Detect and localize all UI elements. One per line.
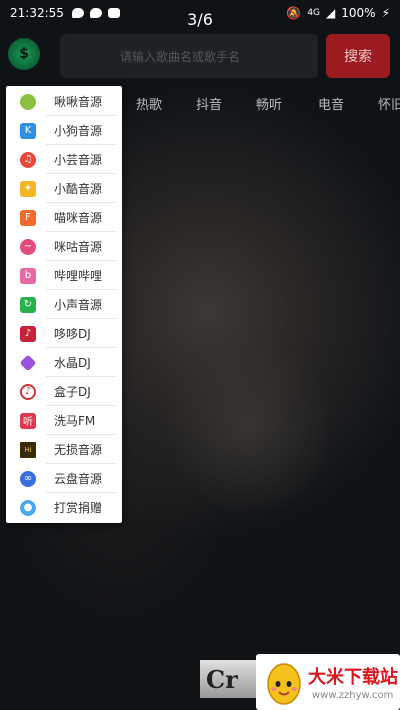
- source-item[interactable]: K 小狗音源: [6, 116, 122, 145]
- source-label: 小酷音源: [54, 182, 103, 196]
- source-label: 小狗音源: [54, 124, 103, 138]
- source-item[interactable]: 听 洗马FM: [6, 406, 122, 435]
- hires-icon: Hi: [20, 441, 36, 458]
- dog-icon: K: [20, 122, 36, 139]
- source-label: 啾啾音源: [54, 95, 103, 109]
- ku-icon: ✦: [20, 180, 36, 197]
- source-switch-button[interactable]: $: [8, 38, 40, 70]
- source-item[interactable]: F 喵咪音源: [6, 203, 122, 232]
- dollar-icon: $: [19, 46, 29, 62]
- source-item[interactable]: ♫ 小芸音源: [6, 145, 122, 174]
- source-label: 无损音源: [54, 443, 103, 457]
- source-label: 云盘音源: [54, 472, 103, 486]
- refresh-icon: ↻: [20, 296, 36, 313]
- source-label: 小声音源: [54, 298, 103, 312]
- source-item[interactable]: ↻ 小声音源: [6, 290, 122, 319]
- cloud-music-icon: ♫: [20, 151, 36, 168]
- search-placeholder: 请输入歌曲名或歌手名: [120, 49, 241, 64]
- source-label: 哆哆DJ: [54, 327, 91, 341]
- ad-banner[interactable]: Cr: [200, 660, 262, 698]
- source-item[interactable]: ✦ 小酷音源: [6, 174, 122, 203]
- donate-icon: ●: [20, 499, 36, 516]
- page-counter: 3/6: [187, 10, 213, 29]
- migu-icon: ~: [20, 238, 36, 255]
- source-item[interactable]: ∞ 云盘音源: [6, 464, 122, 493]
- tab-douyin[interactable]: 抖音: [196, 94, 222, 113]
- dj-icon: ♪: [20, 325, 36, 342]
- search-button[interactable]: 搜索: [326, 34, 390, 78]
- source-label: 哔哩哔哩: [54, 269, 103, 283]
- mascot-egg-icon: [267, 663, 301, 705]
- source-label: 咪咕音源: [54, 240, 103, 254]
- tab-hot[interactable]: 热歌: [136, 94, 162, 113]
- source-item[interactable]: 啾啾音源: [6, 87, 122, 116]
- source-item[interactable]: 水晶DJ: [6, 348, 122, 377]
- tab-electronic[interactable]: 电音: [318, 94, 344, 113]
- source-label: 盒子DJ: [54, 385, 91, 399]
- watermark-url: www.zzhyw.com: [312, 690, 394, 701]
- source-item[interactable]: ♪ 哆哆DJ: [6, 319, 122, 348]
- header: $ 请输入歌曲名或歌手名 搜索: [0, 32, 400, 82]
- source-item[interactable]: b 哔哩哔哩: [6, 261, 122, 290]
- source-item[interactable]: ~ 咪咕音源: [6, 232, 122, 261]
- fm-icon: 听: [20, 412, 36, 429]
- box-icon: ♪: [20, 383, 36, 400]
- site-watermark: 大米下载站 www.zzhyw.com: [256, 654, 400, 710]
- source-item[interactable]: ● 打赏捐赠: [6, 493, 122, 522]
- tab-changting[interactable]: 畅听: [256, 94, 282, 113]
- watermark-title: 大米下载站: [308, 667, 398, 688]
- cat-icon: F: [20, 209, 36, 226]
- bilibili-icon: b: [20, 267, 36, 284]
- source-label: 洗马FM: [54, 414, 96, 428]
- search-input[interactable]: 请输入歌曲名或歌手名: [60, 34, 318, 78]
- source-label: 打赏捐赠: [54, 501, 103, 515]
- leaf-icon: [20, 93, 36, 110]
- ad-text: Cr: [206, 664, 238, 694]
- source-item[interactable]: Hi 无损音源: [6, 435, 122, 464]
- source-label: 水晶DJ: [54, 356, 91, 370]
- crystal-icon: [19, 354, 37, 371]
- source-label: 小芸音源: [54, 153, 103, 167]
- tab-nostalgic[interactable]: 怀旧: [378, 94, 400, 113]
- source-item[interactable]: ♪ 盒子DJ: [6, 377, 122, 406]
- source-label: 喵咪音源: [54, 211, 103, 225]
- source-dropdown-menu: 啾啾音源 K 小狗音源 ♫ 小芸音源 ✦ 小酷音源 F 喵咪音源 ~ 咪咕音源 …: [6, 86, 122, 523]
- cloud-drive-icon: ∞: [20, 470, 36, 487]
